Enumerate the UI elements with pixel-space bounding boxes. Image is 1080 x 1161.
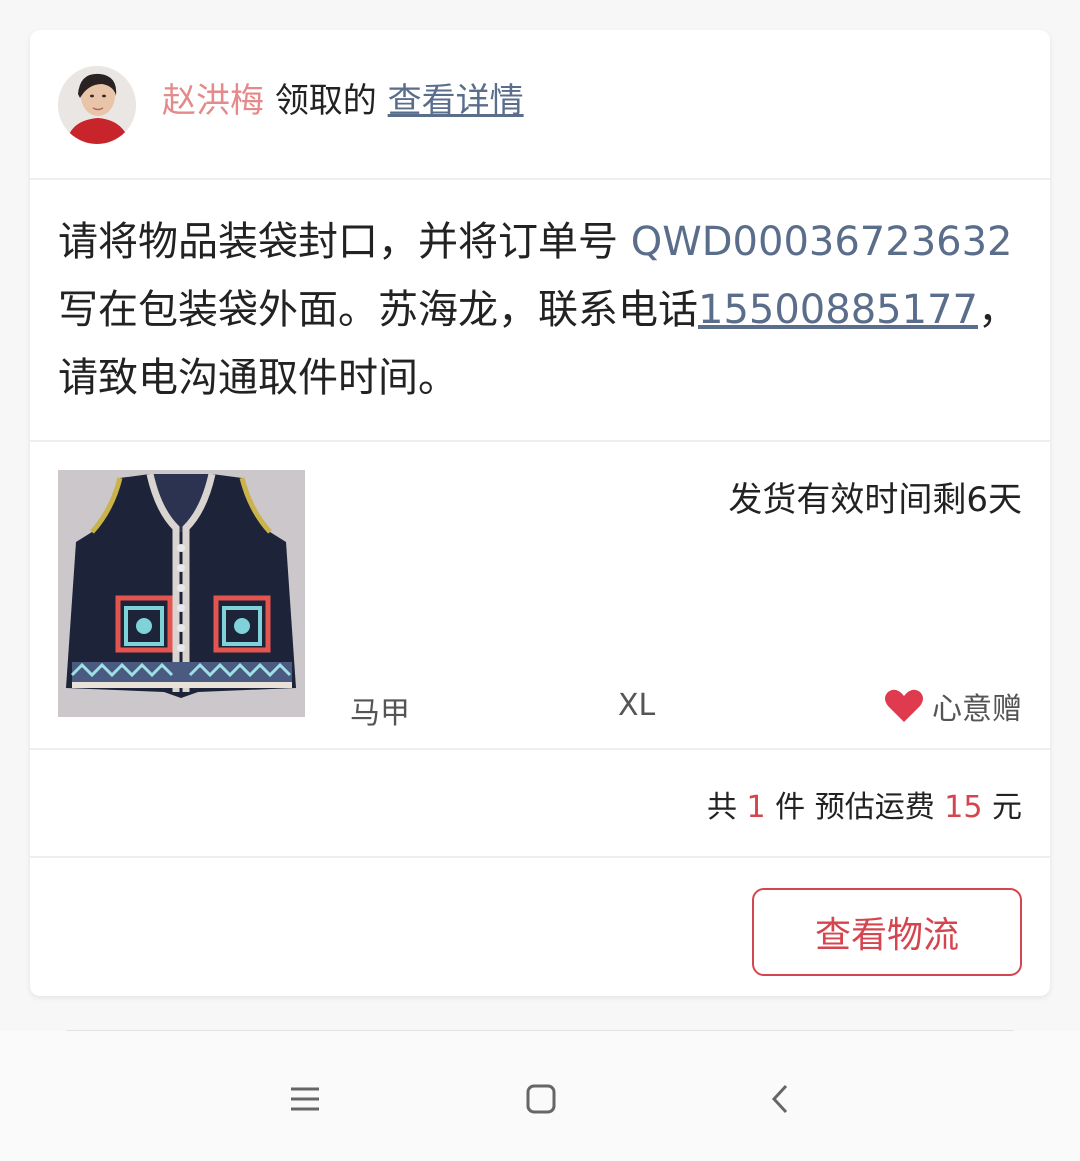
back-icon: [771, 1084, 788, 1114]
instruction-text: 请将物品装袋封口，并将订单号 QWD00036723632 写在包装袋外面。苏海…: [58, 208, 1022, 412]
phone-link[interactable]: 15500885177: [698, 287, 978, 333]
order-card: 赵洪梅 领取的 查看详情 请将物品装袋封口，并将订单号 QWD000367236…: [30, 30, 1050, 996]
home-button[interactable]: [516, 1077, 566, 1121]
menu-icon: [291, 1087, 319, 1111]
system-nav-bar: [0, 1031, 1080, 1161]
gift-tag: 心意赠: [884, 684, 1022, 728]
product-name: 马甲: [350, 696, 410, 731]
back-button[interactable]: [756, 1077, 806, 1121]
vest-photo: [58, 470, 305, 717]
home-icon: [526, 1084, 556, 1114]
shipping-fee-unit: 元: [992, 790, 1022, 825]
order-summary: 共 1 件 预估运费 15 元: [30, 748, 1050, 858]
claimer-name[interactable]: 赵洪梅: [162, 81, 264, 121]
instruction-part-2: 写在包装袋外面。苏海龙，联系电话: [58, 287, 698, 333]
instruction-part-1: 请将物品装袋封口，并将订单号: [58, 219, 631, 265]
avatar-image: [58, 66, 136, 144]
shipping-instruction: 请将物品装袋封口，并将订单号 QWD00036723632 写在包装袋外面。苏海…: [30, 178, 1050, 442]
summary-line: 共 1 件 预估运费 15 元: [707, 782, 1022, 826]
claim-action-text: 领取的: [274, 81, 377, 121]
summary-prefix: 共: [706, 790, 737, 825]
action-bar: 查看物流: [30, 856, 1050, 996]
claim-line: 赵洪梅 领取的 查看详情: [162, 76, 524, 126]
shipping-fee: 15: [944, 790, 983, 825]
order-number: QWD00036723632: [630, 219, 1013, 265]
item-count: 1: [746, 790, 766, 825]
view-logistics-button[interactable]: 查看物流: [752, 888, 1022, 976]
avatar[interactable]: [58, 66, 136, 144]
view-details-link[interactable]: 查看详情: [388, 81, 524, 121]
shipping-deadline: 发货有效时间剩6天: [728, 480, 1022, 520]
product-size: XL: [618, 688, 656, 723]
shipping-fee-label: 预估运费: [814, 790, 935, 825]
claim-header: 赵洪梅 领取的 查看详情: [30, 30, 1050, 180]
heart-icon: [885, 689, 923, 722]
gift-label: 心意赠: [932, 692, 1022, 727]
product-row: 发货有效时间剩6天 马甲 XL 心意赠: [30, 440, 1050, 750]
menu-button[interactable]: [280, 1077, 330, 1121]
item-count-unit: 件: [775, 790, 806, 825]
product-image[interactable]: [58, 470, 305, 717]
